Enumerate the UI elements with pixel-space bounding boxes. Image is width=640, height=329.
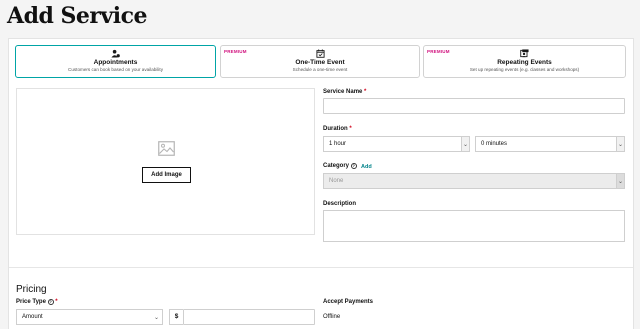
tile-label: Appointments [93, 59, 138, 66]
repeating-events-icon [520, 49, 529, 58]
chevron-down-icon: ⌄ [462, 142, 468, 148]
chevron-down-icon: ⌄ [153, 315, 159, 321]
premium-badge: PREMIUM [427, 49, 450, 54]
select-toggle[interactable]: ⌄ [461, 137, 469, 151]
page-title: Add Service [7, 3, 148, 29]
select-toggle[interactable]: ⌄ [616, 137, 624, 151]
accept-payments-label: Accept Payments [323, 299, 374, 305]
appointments-icon [111, 49, 120, 58]
required-marker: * [55, 299, 58, 305]
tile-label: Repeating Events [497, 59, 552, 66]
service-name-label-text: Service Name [323, 89, 363, 95]
calendar-check-icon [315, 49, 325, 58]
category-label-text: Category [323, 163, 350, 169]
description-label-text: Description [323, 201, 357, 207]
category-label: Category ? [323, 163, 357, 169]
tile-label: One-Time Event [295, 59, 345, 66]
required-marker: * [349, 126, 352, 132]
accept-payments-value: Offline [323, 314, 341, 320]
duration-hours-select[interactable]: 1 hour ⌄ [323, 136, 470, 152]
image-placeholder-icon [158, 141, 175, 156]
tile-description: Customers can book based on your availab… [68, 67, 163, 72]
duration-minutes-value: 0 minutes [481, 141, 508, 147]
service-name-input[interactable] [323, 98, 625, 114]
duration-minutes-select[interactable]: 0 minutes ⌄ [475, 136, 625, 152]
add-category-link[interactable]: Add [361, 164, 372, 170]
info-icon[interactable]: ? [47, 299, 54, 305]
tile-description: Schedule a one-time event [292, 67, 348, 72]
chevron-down-icon: ⌄ [617, 142, 623, 148]
service-form-card: Appointments Customers can book based on… [8, 38, 634, 329]
tile-repeating-events[interactable]: PREMIUM Repeating Events Set up repeatin… [423, 45, 626, 78]
image-upload-area[interactable]: Add Image [16, 88, 315, 235]
duration-label: Duration * [323, 126, 352, 132]
tile-one-time-event[interactable]: PREMIUM One-Time Event Schedule a one-ti… [220, 45, 420, 78]
price-type-label-text: Price Type [16, 299, 46, 305]
section-divider [9, 267, 633, 268]
info-icon[interactable]: ? [350, 163, 357, 169]
category-value: None [329, 178, 344, 184]
price-amount-input[interactable] [183, 309, 315, 325]
category-select: None ⌄ [323, 173, 625, 189]
tile-appointments[interactable]: Appointments Customers can book based on… [15, 45, 216, 78]
premium-badge: PREMIUM [224, 49, 247, 54]
duration-label-text: Duration [323, 126, 348, 132]
duration-hours-value: 1 hour [329, 141, 347, 147]
description-textarea[interactable] [323, 210, 625, 242]
description-label: Description [323, 201, 356, 207]
required-marker: * [364, 89, 367, 95]
tile-description: Set up repeating events (e.g. classes an… [469, 67, 580, 72]
service-name-label: Service Name * [323, 89, 366, 95]
currency-symbol: $ [169, 309, 183, 325]
add-image-button[interactable]: Add Image [142, 167, 191, 183]
price-type-value: Amount [22, 314, 43, 320]
chevron-down-icon: ⌄ [617, 179, 623, 185]
price-type-select[interactable]: Amount ⌄ [16, 309, 163, 325]
price-type-label: Price Type ? * [16, 299, 58, 305]
pricing-title: Pricing [16, 284, 47, 295]
select-toggle: ⌄ [616, 174, 624, 188]
